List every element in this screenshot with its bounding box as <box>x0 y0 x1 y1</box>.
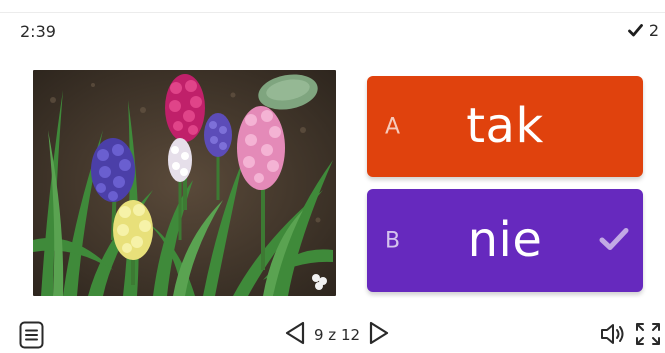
answer-b-button[interactable]: B nie <box>367 189 643 292</box>
top-divider <box>0 12 665 13</box>
check-icon <box>627 24 643 37</box>
score-display: 2 <box>627 21 659 40</box>
next-arrow-icon[interactable] <box>368 320 390 350</box>
menu-button[interactable] <box>19 321 44 349</box>
pager: 9 z 12 <box>284 320 390 350</box>
score-value: 2 <box>648 21 659 40</box>
page-indicator: 9 z 12 <box>314 326 361 344</box>
check-icon <box>599 227 629 255</box>
question-image <box>33 70 336 296</box>
bottom-toolbar: 9 z 12 <box>0 318 665 351</box>
timer: 2:39 <box>20 22 56 41</box>
speaker-icon[interactable] <box>599 322 627 350</box>
right-tools <box>599 322 661 350</box>
answer-a-button[interactable]: A tak <box>367 76 643 177</box>
fullscreen-icon[interactable] <box>635 322 661 350</box>
menu-icon <box>19 321 44 353</box>
prev-arrow-icon[interactable] <box>284 320 306 350</box>
answer-a-text: tak <box>466 97 544 154</box>
